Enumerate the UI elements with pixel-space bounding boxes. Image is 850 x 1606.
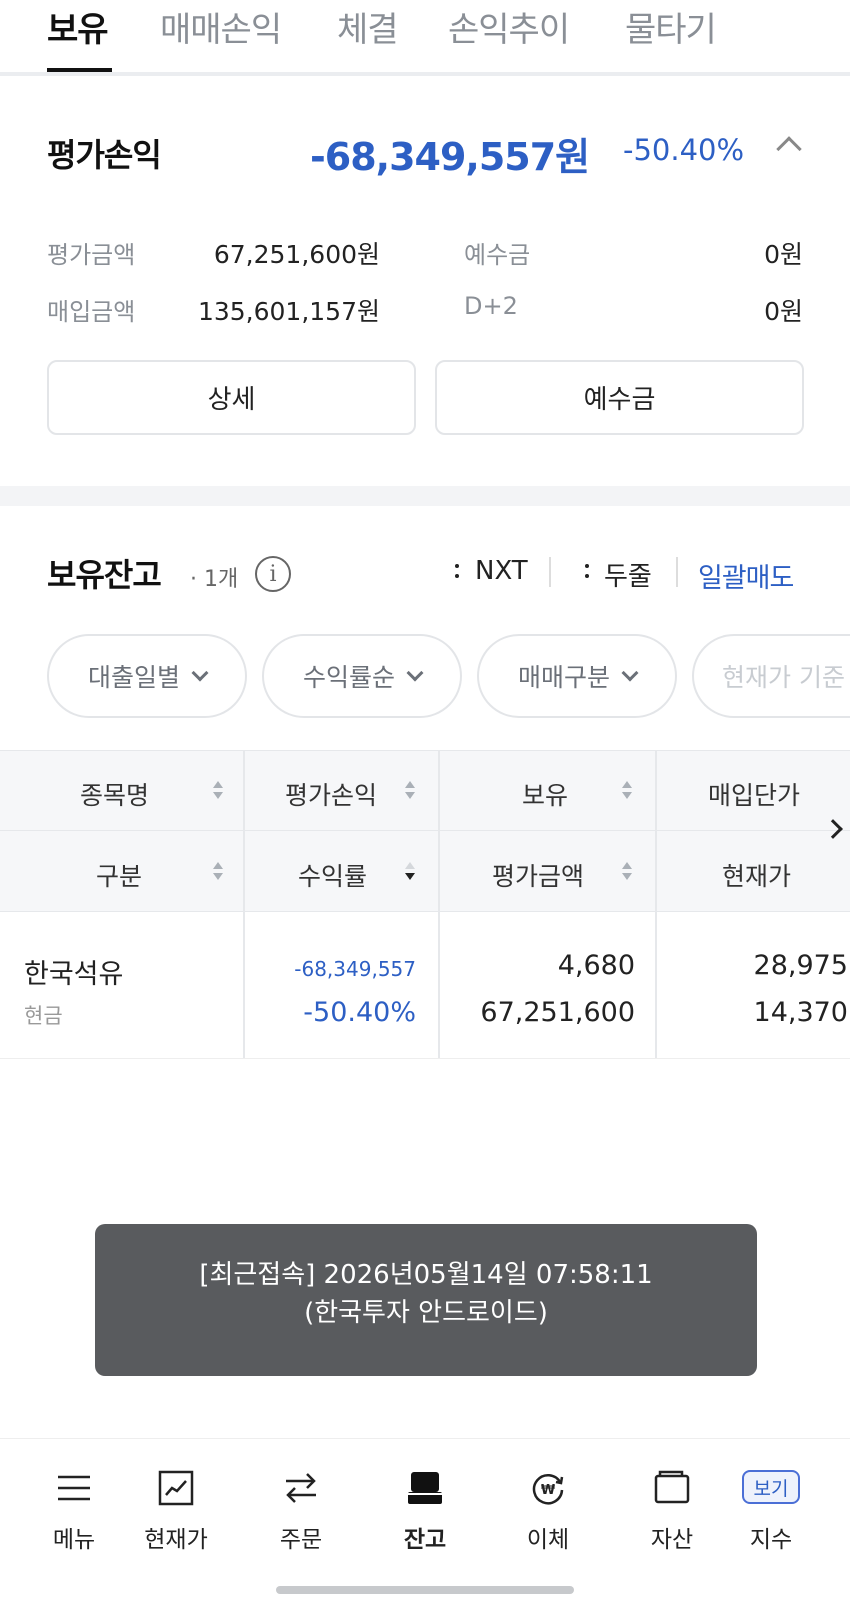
chip-label: 현재가 기준 [722,663,845,692]
stock-avg-price: 28,975 [753,950,848,981]
chart-icon [158,1470,194,1506]
wallet-filled-icon [408,1472,442,1504]
column-divider [655,750,657,1058]
eval-pnl-amount: -68,349,557원 [310,135,590,179]
nav-label: 현재가 [144,1527,208,1553]
column-divider [438,750,440,1058]
col-header-quantity[interactable]: 보유 [522,776,568,812]
toast-line-1: [최근접속] 2026년05월14일 07:58:11 [199,1260,653,1290]
purchase-amount-label: 매입금액 [47,298,136,326]
stock-current-price: 14,370 [753,997,848,1028]
filter-chip-trade-type[interactable]: 매매구분 [477,634,677,718]
holdings-title: 보유잔고 [47,556,162,594]
nav-current-price[interactable]: 현재가 [121,1470,231,1560]
col-header-eval-amount[interactable]: 평가금액 [492,857,584,893]
divider [0,830,850,831]
col-header-name[interactable]: 종목명 [80,776,149,812]
sort-icon[interactable] [213,862,223,880]
section-divider [0,486,850,506]
chip-label: 수익률순 [302,663,395,692]
sort-icon[interactable] [213,781,223,799]
holdings-count: · 1개 [190,567,239,592]
tab-averaging[interactable]: 물타기 [625,2,717,51]
divider [676,557,678,587]
nav-index[interactable]: 지수 [716,1470,826,1560]
divider [0,72,850,76]
tab-trade-pnl[interactable]: 매매손익 [160,2,282,51]
toast-line-2: (한국투자 안드로이드) [304,1298,548,1328]
column-divider [243,750,245,1058]
divider [549,557,551,587]
collapse-chevron-up-icon[interactable] [776,136,802,162]
stock-pnl: -68,349,557 [294,957,416,981]
col-header-avg-price[interactable]: 매입단가 [708,776,800,812]
purchase-amount-value: 135,601,157원 [197,297,380,326]
deposit-label: 예수금 [464,241,531,269]
nxt-toggle[interactable]: NXT [475,556,528,586]
last-login-toast: [최근접속] 2026년05월14일 07:58:11 (한국투자 안드로이드) [95,1224,757,1376]
col-header-current-price[interactable]: 현재가 [722,857,791,893]
nav-order[interactable]: 주문 [246,1470,356,1560]
chevron-down-icon [406,664,424,682]
filter-chip-loan-date[interactable]: 대출일별 [47,634,247,718]
eval-amount-label: 평가금액 [47,241,136,269]
stock-return-rate: -50.40% [303,997,416,1028]
sort-icon[interactable] [622,862,632,880]
tab-pnl-trend[interactable]: 손익추이 [448,2,570,51]
chip-label: 매매구분 [517,663,610,692]
sort-icon[interactable] [405,781,415,799]
top-tab-bar: 보유 매매손익 체결 손익추이 물타기 [0,0,850,74]
chevron-down-icon [191,664,209,682]
eval-amount-value: 67,251,600원 [213,240,380,269]
bulk-sell-button[interactable]: 일괄매도 [698,556,794,595]
stock-quantity: 4,680 [557,950,635,981]
tab-executions[interactable]: 체결 [337,2,399,51]
home-indicator[interactable] [276,1586,574,1594]
nxt-menu-icon [455,560,459,580]
stock-eval-amount: 67,251,600 [480,997,635,1028]
col-header-eval-pnl[interactable]: 평가손익 [285,776,377,812]
nav-label: 자산 [650,1527,694,1553]
svg-text:₩: ₩ [541,1483,556,1498]
hamburger-menu-icon [58,1475,90,1501]
nav-label: 이체 [526,1527,570,1553]
nav-transfer[interactable]: ₩ 이체 [493,1470,603,1560]
chip-label: 대출일별 [87,663,180,692]
deposit-value: 0원 [764,240,803,269]
deposit-button[interactable]: 예수금 [435,360,804,435]
stock-name: 한국석유 [24,959,124,990]
d2-label: D+2 [464,292,518,320]
col-header-return-rate[interactable]: 수익률 [298,857,367,893]
nav-assets[interactable]: 자산 [617,1470,727,1560]
sort-icon[interactable] [622,781,632,799]
stock-type: 현금 [24,1004,63,1028]
eval-pnl-rate: -50.40% [623,133,745,167]
nav-label: 잔고 [403,1527,447,1553]
two-line-toggle[interactable]: 두줄 [604,556,652,593]
nav-label: 메뉴 [52,1527,96,1553]
eval-pnl-title: 평가손익 [47,136,162,174]
nav-label: 주문 [279,1527,323,1553]
wallet-icon [654,1470,690,1504]
info-icon[interactable]: i [255,556,291,592]
detail-button[interactable]: 상세 [47,360,416,435]
divider [0,1058,850,1059]
tab-holdings[interactable]: 보유 [47,2,109,51]
sort-desc-icon[interactable] [405,862,415,880]
chevron-down-icon [621,664,639,682]
nav-label: 지수 [749,1527,793,1553]
two-line-menu-icon [585,560,589,580]
nav-menu[interactable]: 메뉴 [19,1470,129,1560]
col-header-type[interactable]: 구분 [96,857,142,893]
transfer-won-icon: ₩ [532,1474,564,1505]
filter-chip-return-order[interactable]: 수익률순 [262,634,462,718]
swap-arrows-icon [286,1473,316,1503]
filter-chip-current-price[interactable]: 현재가 기준 [692,634,850,718]
nav-balance[interactable]: 잔고 [370,1470,480,1560]
d2-value: 0원 [764,297,803,326]
